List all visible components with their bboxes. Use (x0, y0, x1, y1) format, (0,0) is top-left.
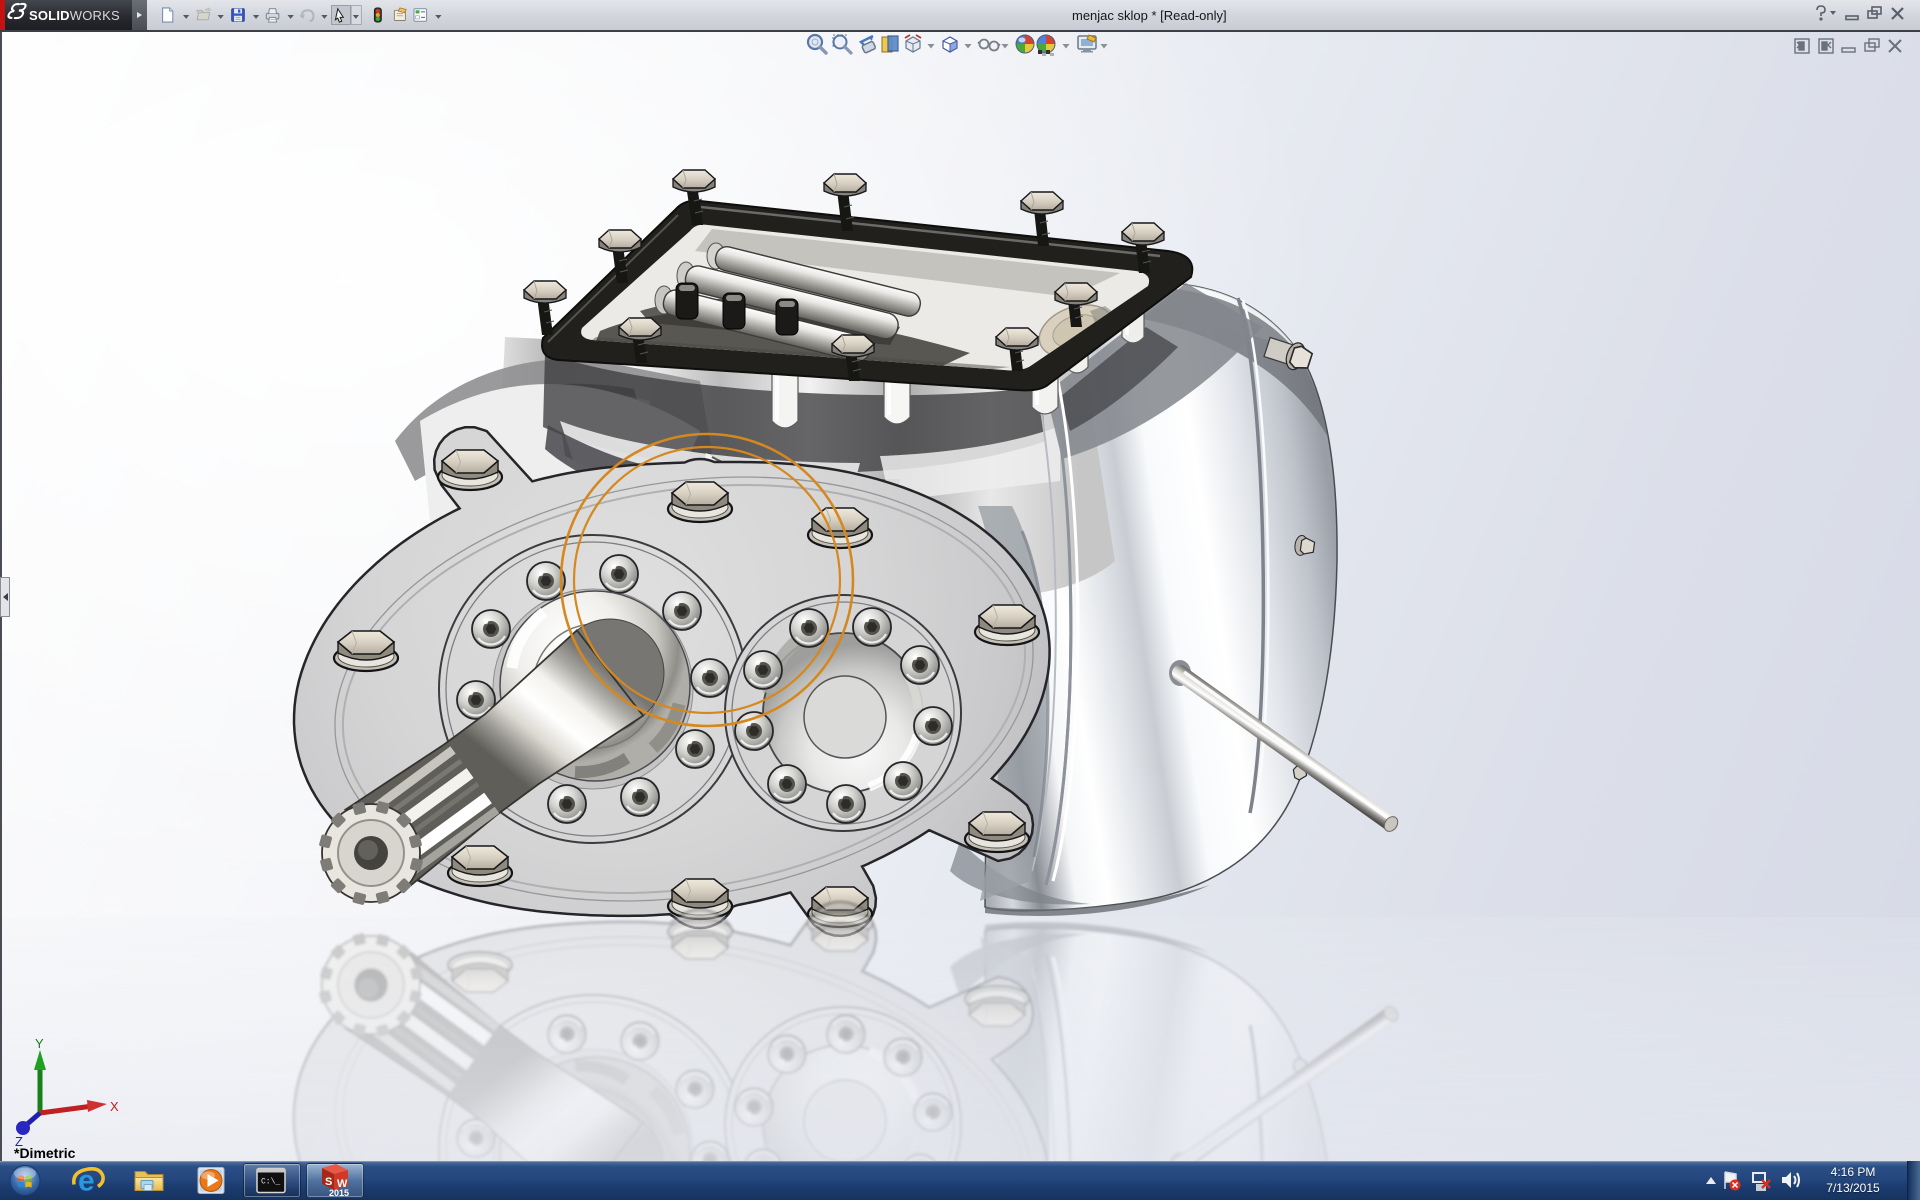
svg-text:2015: 2015 (329, 1188, 349, 1198)
svg-text:S: S (325, 1176, 332, 1188)
svg-text:SOLIDWORKS: SOLIDWORKS (29, 8, 120, 23)
svg-text:X: X (110, 1099, 119, 1114)
svg-text:C:\_: C:\_ (261, 1178, 280, 1187)
svg-text:Y: Y (35, 1036, 44, 1051)
